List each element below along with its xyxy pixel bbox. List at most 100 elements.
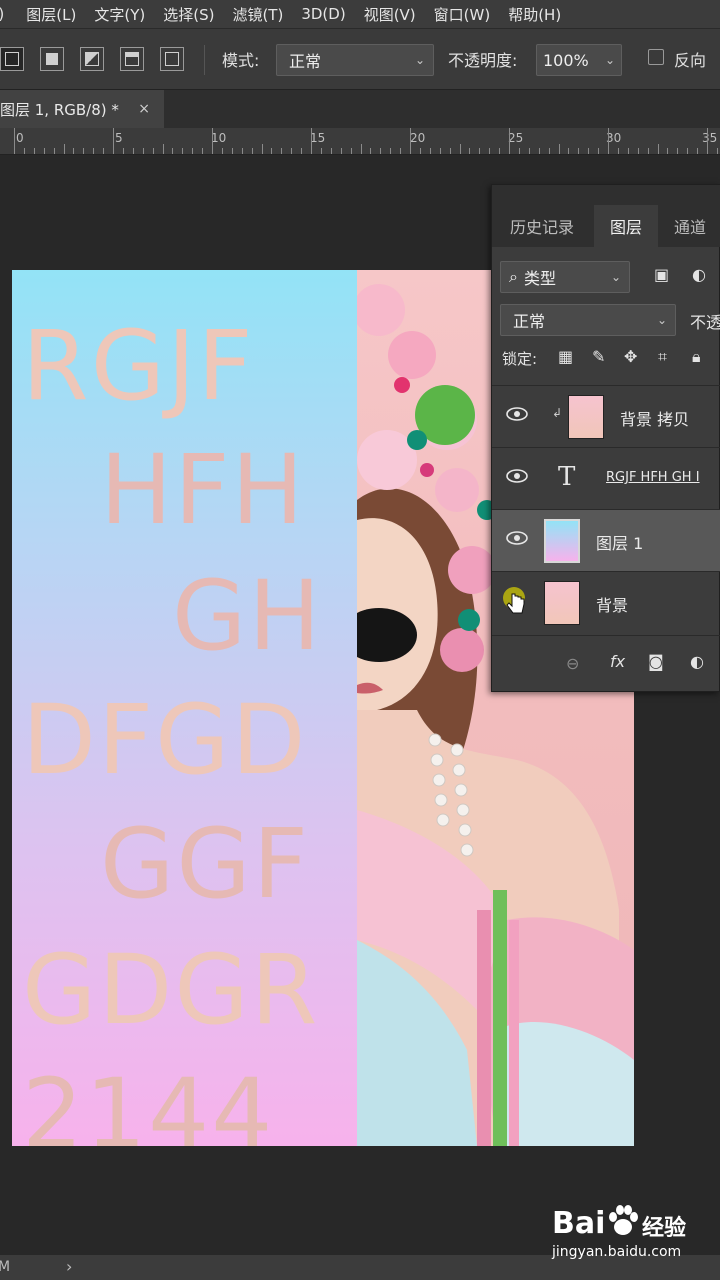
- ruler-tick: [43, 148, 45, 154]
- menu-3d[interactable]: 3D(D): [301, 5, 345, 23]
- menu-help[interactable]: 帮助(H): [508, 4, 561, 25]
- ruler-tick: [637, 148, 639, 154]
- subtract-selection-icon: [85, 52, 99, 66]
- layer-row[interactable]: T RGJF HFH GH I: [492, 447, 720, 509]
- ruler-tick: [83, 148, 85, 154]
- menu-bar: I) 图层(L) 文字(Y) 选择(S) 滤镜(T) 3D(D) 视图(V) 窗…: [0, 0, 720, 28]
- blend-mode-dropdown[interactable]: 正常 ⌄: [500, 304, 676, 336]
- ruler-tick: [459, 144, 461, 154]
- ruler-tick: [548, 148, 550, 154]
- menu-view[interactable]: 视图(V): [364, 4, 416, 25]
- ruler-tick: [439, 148, 441, 154]
- ruler-tick: [221, 148, 223, 154]
- tab-history[interactable]: 历史记录: [492, 205, 592, 247]
- ruler-tick: [410, 128, 411, 154]
- new-selection-button[interactable]: [0, 47, 24, 71]
- canvas-text-line: HFH: [100, 434, 306, 546]
- ruler-tick: [716, 148, 718, 154]
- ruler-tick: [340, 148, 342, 154]
- ruler-tick: [73, 148, 75, 154]
- chevron-down-icon: ⌄: [414, 53, 425, 67]
- mode-value: 正常: [289, 52, 322, 71]
- lock-position-icon[interactable]: ✥: [624, 347, 637, 366]
- adjustment-icon[interactable]: ◐: [690, 652, 704, 671]
- intersect-selection-icon: [125, 52, 139, 66]
- mode-label: 模式:: [222, 51, 260, 70]
- document-tab[interactable]: 图层 1, RGB/8) * ×: [0, 90, 164, 128]
- ruler-tick: [647, 148, 649, 154]
- intersect-selection-button[interactable]: [120, 47, 144, 71]
- layer-name[interactable]: 背景: [596, 592, 628, 616]
- mask-icon[interactable]: ◙: [648, 652, 664, 671]
- layer-name[interactable]: RGJF HFH GH I: [606, 470, 700, 485]
- chevron-down-icon: ⌄: [610, 270, 621, 284]
- horizontal-ruler: 0 5 10 15 20 25 30 35: [0, 128, 720, 155]
- chevron-right-icon[interactable]: ›: [66, 1257, 72, 1276]
- fx-icon[interactable]: fx: [610, 652, 625, 671]
- menu-type[interactable]: 文字(Y): [94, 4, 145, 25]
- lock-transparent-icon[interactable]: ▦: [558, 347, 573, 366]
- visibility-eye-icon[interactable]: [506, 407, 528, 421]
- clipping-arrow-icon: ↲: [552, 406, 563, 420]
- menu-window[interactable]: 窗口(W): [434, 4, 491, 25]
- image-filter-icon[interactable]: ▣: [654, 265, 669, 284]
- ruler-number: 20: [410, 131, 426, 145]
- ruler-tick: [53, 148, 55, 154]
- visibility-eye-icon[interactable]: [506, 469, 528, 483]
- ruler-tick: [192, 148, 194, 154]
- watermark-brand: Bai: [552, 1206, 606, 1241]
- ruler-number: 5: [115, 131, 123, 145]
- ruler-tick: [419, 148, 421, 154]
- close-icon[interactable]: ×: [138, 101, 150, 117]
- artboard-icon[interactable]: ⌗: [658, 347, 667, 367]
- ruler-tick: [251, 148, 253, 154]
- layer-row[interactable]: ↲ 背景 拷贝: [492, 385, 720, 447]
- layer-row-selected[interactable]: 图层 1: [492, 509, 720, 571]
- canvas-text-line: GDGR: [22, 934, 320, 1046]
- mode-dropdown[interactable]: 正常 ⌄: [276, 44, 434, 76]
- ruler-tick: [182, 148, 184, 154]
- canvas-text-line: 2144: [22, 1058, 275, 1146]
- opacity-field[interactable]: 100% ⌄: [536, 44, 622, 76]
- filter-label: 类型: [523, 269, 556, 288]
- paw-logo-icon: [609, 1205, 638, 1235]
- ruler-tick: [479, 148, 481, 154]
- layer-filter-dropdown[interactable]: ⌕ 类型 ⌄: [500, 261, 630, 293]
- divider: [204, 45, 205, 75]
- watermark-brand-cn: 经验: [642, 1216, 687, 1241]
- menu-layer[interactable]: 图层(L): [26, 4, 76, 25]
- ruler-tick: [320, 148, 322, 154]
- layer-name[interactable]: 图层 1: [596, 530, 643, 554]
- ruler-tick: [14, 128, 15, 154]
- visibility-eye-icon[interactable]: [506, 531, 528, 545]
- lock-all-icon[interactable]: 🔒︎: [692, 347, 701, 367]
- link-icon[interactable]: ⊖: [566, 654, 579, 673]
- text-layer-icon: T: [558, 462, 576, 492]
- layer-name[interactable]: 背景 拷贝: [620, 406, 689, 430]
- layer-thumbnail: [544, 519, 580, 563]
- canvas-text-line: RGJF: [22, 310, 255, 422]
- add-selection-button[interactable]: [40, 47, 64, 71]
- options-bar: 模式: 正常 ⌄ 不透明度: 100% ⌄ 反向: [0, 28, 720, 90]
- tab-channels[interactable]: 通道: [660, 205, 720, 247]
- ruler-tick: [113, 128, 114, 154]
- tab-layers[interactable]: 图层: [594, 205, 658, 247]
- lock-image-icon[interactable]: ✎: [592, 347, 605, 366]
- lock-label: 锁定:: [502, 350, 538, 368]
- ruler-tick: [291, 148, 293, 154]
- panel-tabs: 历史记录 图层 通道: [492, 185, 720, 247]
- ruler-tick: [538, 148, 540, 154]
- menu-image-partial[interactable]: I): [0, 5, 4, 23]
- canvas-text-line: DFGD: [22, 684, 308, 796]
- subtract-selection-button[interactable]: [80, 47, 104, 71]
- adjustment-filter-icon[interactable]: ◐: [692, 265, 706, 284]
- menu-filter[interactable]: 滤镜(T): [232, 4, 283, 25]
- layer-row[interactable]: 背景: [492, 571, 720, 633]
- feather-selection-button[interactable]: [160, 47, 184, 71]
- ruler-tick: [122, 148, 124, 154]
- reverse-checkbox[interactable]: [648, 49, 664, 65]
- menu-select[interactable]: 选择(S): [163, 4, 214, 25]
- ruler-tick: [667, 148, 669, 154]
- ruler-tick: [162, 144, 164, 154]
- ruler-tick: [697, 148, 699, 154]
